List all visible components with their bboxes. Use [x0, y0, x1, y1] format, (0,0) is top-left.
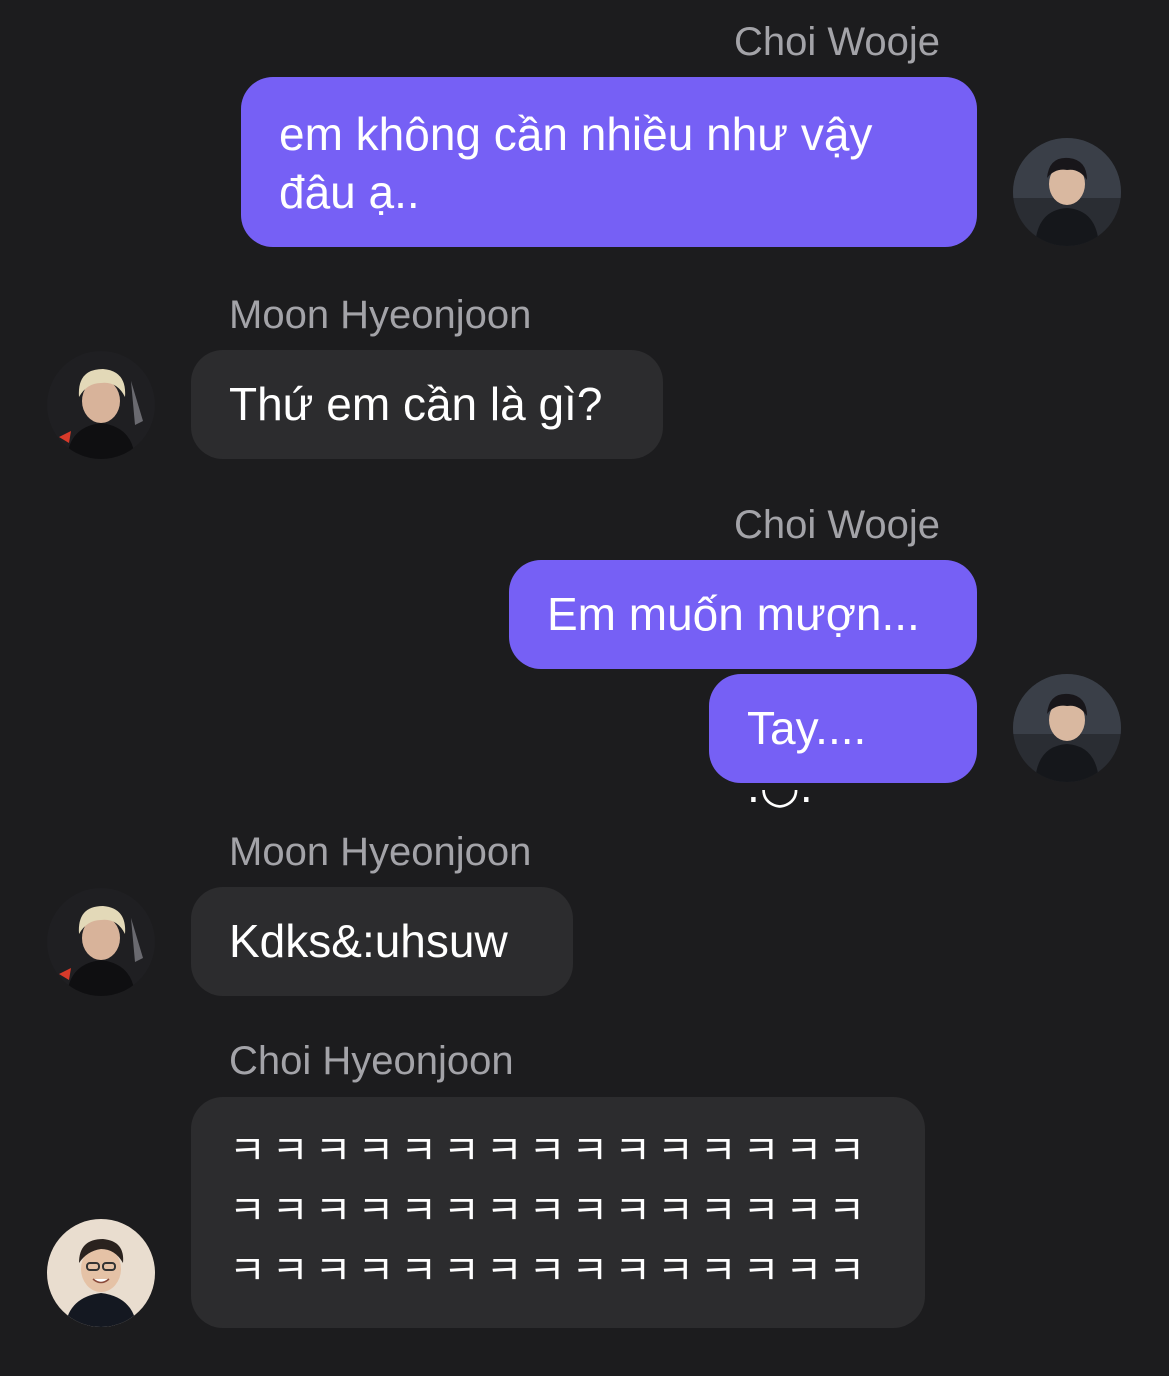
message-bubble[interactable]: Em muốn mượn...	[509, 560, 977, 669]
message-text: Thứ em cần là gì?	[229, 378, 603, 430]
sender-name: Choi Wooje	[733, 503, 940, 547]
avatar[interactable]	[1013, 138, 1121, 246]
sender-name: Moon Hyeonjoon	[229, 293, 532, 337]
message-text-line: ㅋㅋㅋㅋㅋㅋㅋㅋㅋㅋㅋㅋㅋㅋㅋ	[229, 1188, 871, 1234]
message-bubble[interactable]: Thứ em cần là gì?	[191, 350, 663, 459]
message-text-line: đâu ạ..	[279, 166, 420, 218]
message-bubble[interactable]: ㅋㅋㅋㅋㅋㅋㅋㅋㅋㅋㅋㅋㅋㅋㅋ ㅋㅋㅋㅋㅋㅋㅋㅋㅋㅋㅋㅋㅋㅋㅋ ㅋㅋㅋㅋㅋㅋㅋㅋ…	[191, 1097, 925, 1328]
message-text-line: ㅋㅋㅋㅋㅋㅋㅋㅋㅋㅋㅋㅋㅋㅋㅋ	[229, 1248, 871, 1294]
message-text-line: em không cần nhiều như vậy	[279, 108, 873, 160]
user-photo-icon	[47, 1219, 155, 1327]
message-bubble[interactable]: Kdks&:uhsuw	[191, 887, 573, 996]
avatar[interactable]	[1013, 674, 1121, 782]
sender-name: Choi Wooje	[733, 20, 940, 64]
sender-name: Choi Hyeonjoon	[229, 1039, 514, 1083]
message-bubble[interactable]: Tay.... .◡.	[709, 674, 977, 812]
avatar[interactable]	[47, 1219, 155, 1327]
sender-name: Moon Hyeonjoon	[229, 830, 532, 874]
avatar[interactable]	[47, 888, 155, 996]
user-photo-icon	[47, 351, 155, 459]
message-bubble[interactable]: em không cần nhiều như vậy đâu ạ..	[241, 77, 977, 247]
user-photo-icon	[1013, 674, 1121, 782]
message-text-line: ㅋㅋㅋㅋㅋㅋㅋㅋㅋㅋㅋㅋㅋㅋㅋ	[229, 1128, 871, 1174]
avatar[interactable]	[47, 351, 155, 459]
message-text: Tay.... .◡.	[747, 702, 867, 812]
message-text: Em muốn mượn...	[547, 588, 920, 640]
user-photo-icon	[1013, 138, 1121, 246]
user-photo-icon	[47, 888, 155, 996]
message-text: Kdks&:uhsuw	[229, 915, 508, 967]
